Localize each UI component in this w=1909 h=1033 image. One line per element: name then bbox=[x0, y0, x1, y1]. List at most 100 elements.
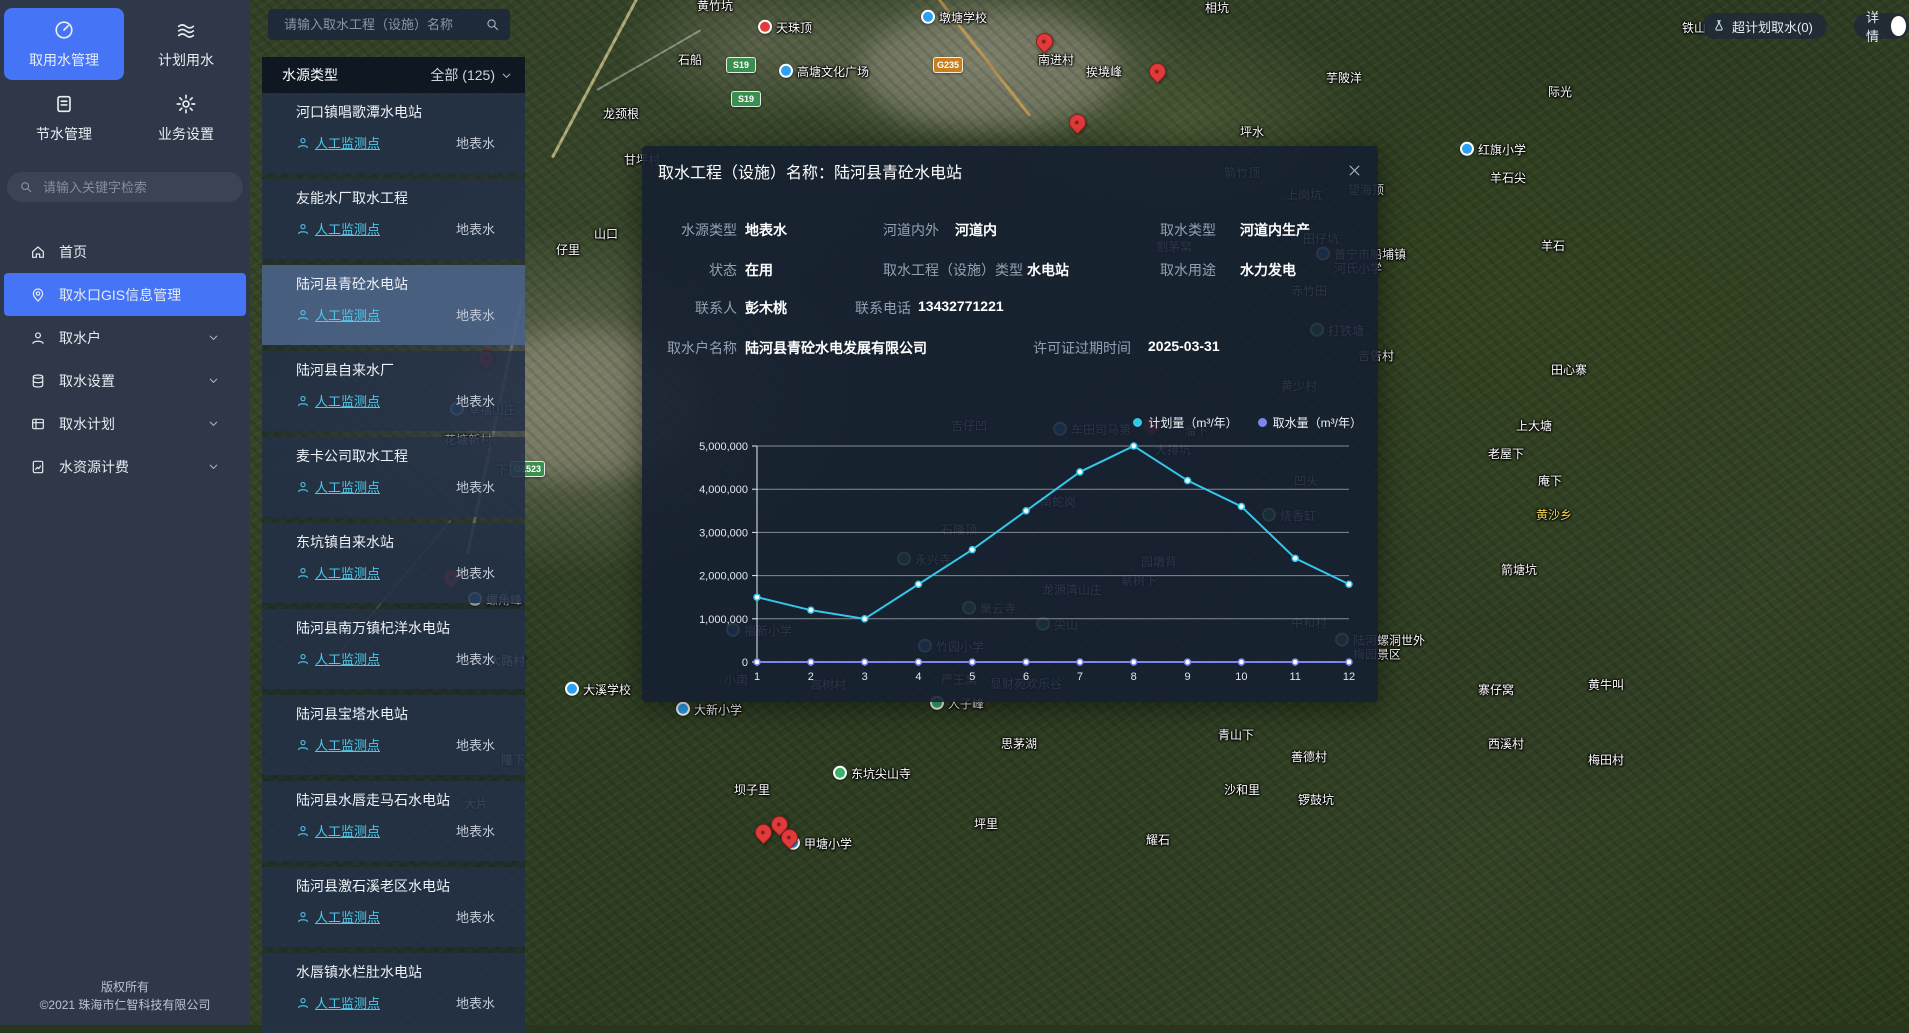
poi-school: 墩塘学校 bbox=[921, 11, 987, 25]
station-name: 东坑镇自来水站 bbox=[296, 532, 495, 552]
legend-item[interactable]: 取水量（m³/年） bbox=[1258, 414, 1362, 431]
field-label: 取水用途 bbox=[1160, 260, 1216, 280]
legend-dot bbox=[1133, 418, 1142, 427]
field-value: 2025-03-31 bbox=[1148, 338, 1220, 354]
field-label: 取水类型 bbox=[1160, 220, 1216, 240]
nav-tile-label: 业务设置 bbox=[158, 124, 214, 144]
svg-text:4: 4 bbox=[915, 671, 921, 683]
red-pin-icon[interactable] bbox=[1065, 110, 1089, 134]
list-item[interactable]: 麦卡公司取水工程人工监测点地表水 bbox=[262, 437, 525, 517]
list-item[interactable]: 陆河县宝塔水电站人工监测点地表水 bbox=[262, 695, 525, 775]
monitor-type-link[interactable]: 人工监测点 bbox=[296, 907, 380, 926]
water-source-type: 地表水 bbox=[456, 563, 495, 582]
map-label-text: 际光 bbox=[1548, 85, 1572, 99]
list-item[interactable]: 水唇镇水栏肚水电站人工监测点地表水 bbox=[262, 953, 525, 1033]
map-label-text: 挨墝峰 bbox=[1086, 65, 1122, 79]
flask-icon bbox=[1712, 19, 1726, 33]
field-label: 水源类型 bbox=[642, 220, 737, 240]
sidebar-item-billing[interactable]: 水资源计费 bbox=[4, 445, 246, 488]
station-search[interactable] bbox=[268, 9, 510, 40]
nav-tile-gear[interactable]: 业务设置 bbox=[126, 82, 246, 154]
sidebar-search[interactable] bbox=[7, 172, 243, 202]
nav-tile-waves[interactable]: 计划用水 bbox=[126, 8, 246, 80]
red-pin-icon[interactable] bbox=[1145, 59, 1169, 83]
monitor-type-link[interactable]: 人工监测点 bbox=[296, 993, 380, 1012]
list-item[interactable]: 陆河县激石溪老区水电站人工监测点地表水 bbox=[262, 867, 525, 947]
filter-dropdown[interactable]: 全部 (125) bbox=[430, 65, 513, 85]
list-item[interactable]: 陆河县青砼水电站人工监测点地表水 bbox=[262, 265, 525, 345]
sidebar-item-plan[interactable]: 取水计划 bbox=[4, 402, 246, 445]
road-shield: G235 bbox=[933, 57, 963, 73]
station-name: 麦卡公司取水工程 bbox=[296, 446, 495, 466]
station-name: 陆河县青砼水电站 bbox=[296, 274, 495, 294]
billing-icon bbox=[30, 459, 46, 475]
map-label-text: 老屋下 bbox=[1488, 447, 1524, 461]
search-icon bbox=[19, 180, 33, 194]
monitor-type-link[interactable]: 人工监测点 bbox=[296, 219, 380, 238]
water-source-type: 地表水 bbox=[456, 821, 495, 840]
red-pin-icon[interactable] bbox=[1032, 29, 1056, 53]
map-label-text: 田心寨 bbox=[1551, 363, 1587, 377]
list-item[interactable]: 陆河县南万镇杞洋水电站人工监测点地表水 bbox=[262, 609, 525, 689]
list-item[interactable]: 陆河县自来水厂人工监测点地表水 bbox=[262, 351, 525, 431]
poi-school: 大新小学 bbox=[676, 703, 742, 717]
over-plan-button[interactable]: 超计划取水(0) bbox=[1702, 13, 1827, 39]
svg-text:6: 6 bbox=[1023, 671, 1029, 683]
station-detail-modal: 取水工程（设施）名称：陆河县青砼水电站 水源类型地表水河道内外河道内取水类型河道… bbox=[642, 146, 1378, 702]
poi-icon bbox=[565, 682, 579, 696]
svg-text:4,000,000: 4,000,000 bbox=[699, 484, 748, 496]
monitor-type-link[interactable]: 人工监测点 bbox=[296, 305, 380, 324]
toggle-knob[interactable] bbox=[1891, 16, 1906, 36]
sidebar-item-db[interactable]: 取水设置 bbox=[4, 359, 246, 402]
list-item[interactable]: 陆河县水唇走马石水电站人工监测点地表水 bbox=[262, 781, 525, 861]
modal-title: 取水工程（设施）名称：陆河县青砼水电站 bbox=[658, 159, 962, 183]
monitor-type-link[interactable]: 人工监测点 bbox=[296, 133, 380, 152]
person-icon bbox=[296, 652, 310, 666]
station-name: 陆河县宝塔水电站 bbox=[296, 704, 495, 724]
map-label-text: 坝子里 bbox=[734, 783, 770, 797]
plan-icon bbox=[30, 416, 46, 432]
map-label-text: 大新小学 bbox=[694, 703, 742, 717]
person-icon bbox=[296, 566, 310, 580]
station-name: 友能水厂取水工程 bbox=[296, 188, 495, 208]
monitor-type-link[interactable]: 人工监测点 bbox=[296, 391, 380, 410]
monitor-type-link[interactable]: 人工监测点 bbox=[296, 477, 380, 496]
sidebar-item-home[interactable]: 首页 bbox=[4, 230, 246, 273]
sidebar-search-input[interactable] bbox=[41, 179, 231, 196]
list-item[interactable]: 河口镇唱歌潭水电站人工监测点地表水 bbox=[262, 93, 525, 173]
list-item[interactable]: 东坑镇自来水站人工监测点 地表水 bbox=[262, 523, 525, 603]
station-name: 陆河县自来水厂 bbox=[296, 360, 495, 380]
map-label-text: 坪里 bbox=[974, 817, 998, 831]
poi-icon bbox=[779, 64, 793, 78]
svg-text:7: 7 bbox=[1077, 671, 1083, 683]
map-town-patch bbox=[860, 10, 1120, 130]
list-item[interactable]: 友能水厂取水工程人工监测点地表水 bbox=[262, 179, 525, 259]
map-label: 黄竹坑 bbox=[697, 0, 733, 13]
detail-label: 详情 bbox=[1866, 7, 1885, 45]
map-label-text: 东坑尖山寺 bbox=[851, 767, 911, 781]
person-icon bbox=[296, 824, 310, 838]
monitor-type-link[interactable]: 人工监测点 bbox=[296, 563, 380, 582]
detail-toggle[interactable]: 详情 bbox=[1854, 13, 1909, 39]
monitor-type-label: 人工监测点 bbox=[315, 907, 380, 926]
legend-item[interactable]: 计划量（m³/年） bbox=[1133, 414, 1237, 431]
map-label-text: 上大塘 bbox=[1516, 419, 1552, 433]
station-search-input[interactable] bbox=[282, 16, 485, 33]
monitor-type-link[interactable]: 人工监测点 bbox=[296, 821, 380, 840]
poi-school: 红旗小学 bbox=[1460, 143, 1526, 157]
close-icon[interactable] bbox=[1347, 163, 1362, 178]
home-icon bbox=[30, 244, 46, 260]
nav-tile-gauge[interactable]: 取用水管理 bbox=[4, 8, 124, 80]
monitor-type-link[interactable]: 人工监测点 bbox=[296, 735, 380, 754]
field-value: 河道内生产 bbox=[1240, 220, 1310, 240]
map-label: 相坑 bbox=[1205, 1, 1229, 15]
sidebar-item-pin[interactable]: 取水口GIS信息管理 bbox=[4, 273, 246, 316]
map-label-text: 寨仔窝 bbox=[1478, 683, 1514, 697]
nav-tile-doc[interactable]: 节水管理 bbox=[4, 82, 124, 154]
sidebar-item-user[interactable]: 取水户 bbox=[4, 316, 246, 359]
field-label: 联系人 bbox=[642, 298, 737, 318]
monitor-type-link[interactable]: 人工监测点 bbox=[296, 649, 380, 668]
map-label: 田心寨 bbox=[1551, 363, 1587, 377]
monitor-type-label: 人工监测点 bbox=[315, 477, 380, 496]
map-label-text: 坪水 bbox=[1240, 125, 1264, 139]
